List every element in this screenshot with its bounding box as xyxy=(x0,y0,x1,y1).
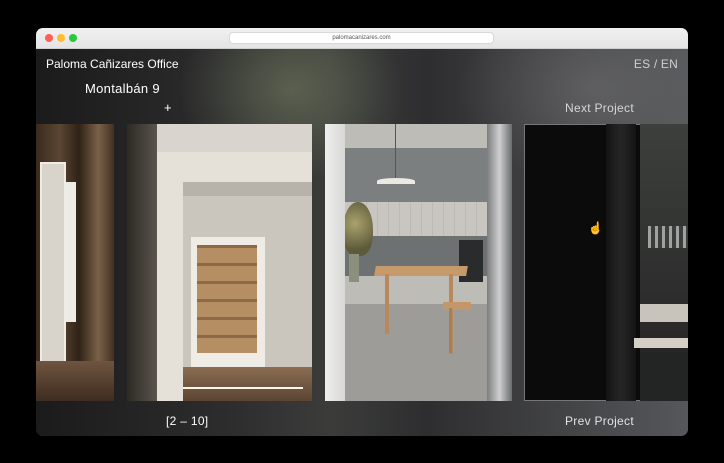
address-bar[interactable]: palomacanizares.com xyxy=(229,32,494,44)
language-switch[interactable]: ES / EN xyxy=(634,57,678,71)
gallery-image[interactable] xyxy=(36,124,114,401)
page-viewport: Paloma Cañizares Office ES / EN Montalbá… xyxy=(36,49,688,436)
prev-project-link[interactable]: Prev Project xyxy=(565,414,634,428)
gallery-image[interactable] xyxy=(127,124,312,401)
hand-pointer-icon: ☝ xyxy=(588,221,603,235)
gallery-image-active[interactable]: ☝ xyxy=(524,124,688,401)
gallery-image[interactable] xyxy=(325,124,512,401)
project-info-toggle[interactable]: + xyxy=(164,100,172,115)
project-title: Montalbán 9 xyxy=(85,81,160,96)
minimize-window-button[interactable] xyxy=(57,34,65,42)
image-counter: [2 – 10] xyxy=(166,414,209,428)
site-brand[interactable]: Paloma Cañizares Office xyxy=(46,57,179,71)
browser-titlebar: palomacanizares.com xyxy=(36,28,688,49)
maximize-window-button[interactable] xyxy=(69,34,77,42)
next-project-link[interactable]: Next Project xyxy=(565,101,634,115)
browser-window: palomacanizares.com Paloma Cañizares Off… xyxy=(36,28,688,436)
close-window-button[interactable] xyxy=(45,34,53,42)
